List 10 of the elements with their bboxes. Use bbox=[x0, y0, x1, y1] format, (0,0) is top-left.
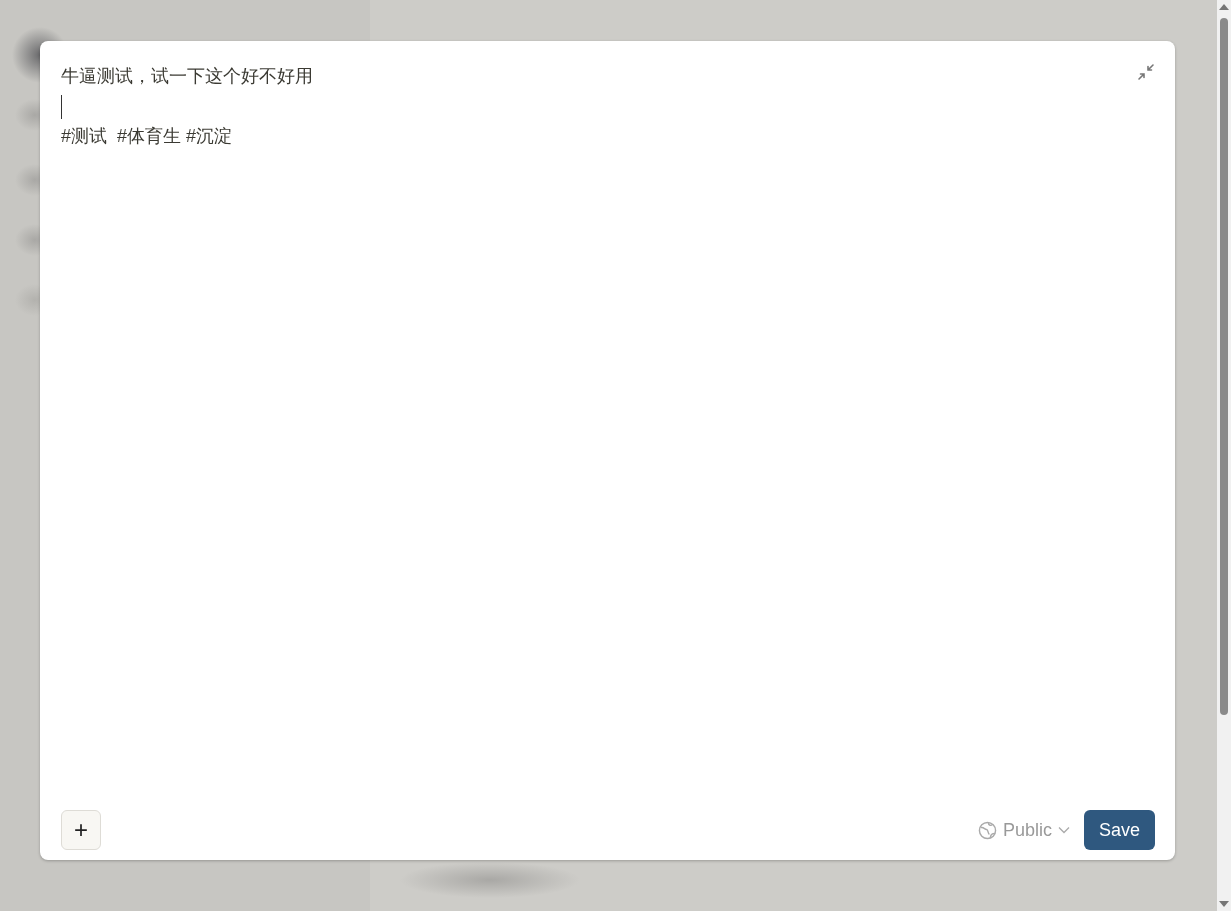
scrollbar[interactable] bbox=[1217, 0, 1231, 911]
chevron-down-icon bbox=[1057, 826, 1070, 834]
save-button[interactable]: Save bbox=[1083, 810, 1155, 850]
note-text: 牛逼测试，试一下这个好不好用 bbox=[61, 65, 313, 88]
note-editor[interactable]: 牛逼测试，试一下这个好不好用 #测试 #体育生 #沉淀 bbox=[61, 61, 313, 151]
collapse-icon[interactable] bbox=[1137, 63, 1155, 81]
globe-icon bbox=[977, 820, 997, 840]
text-cursor bbox=[61, 95, 62, 120]
note-text: #测试 #体育生 #沉淀 bbox=[61, 125, 234, 148]
add-button[interactable]: + bbox=[61, 810, 101, 850]
